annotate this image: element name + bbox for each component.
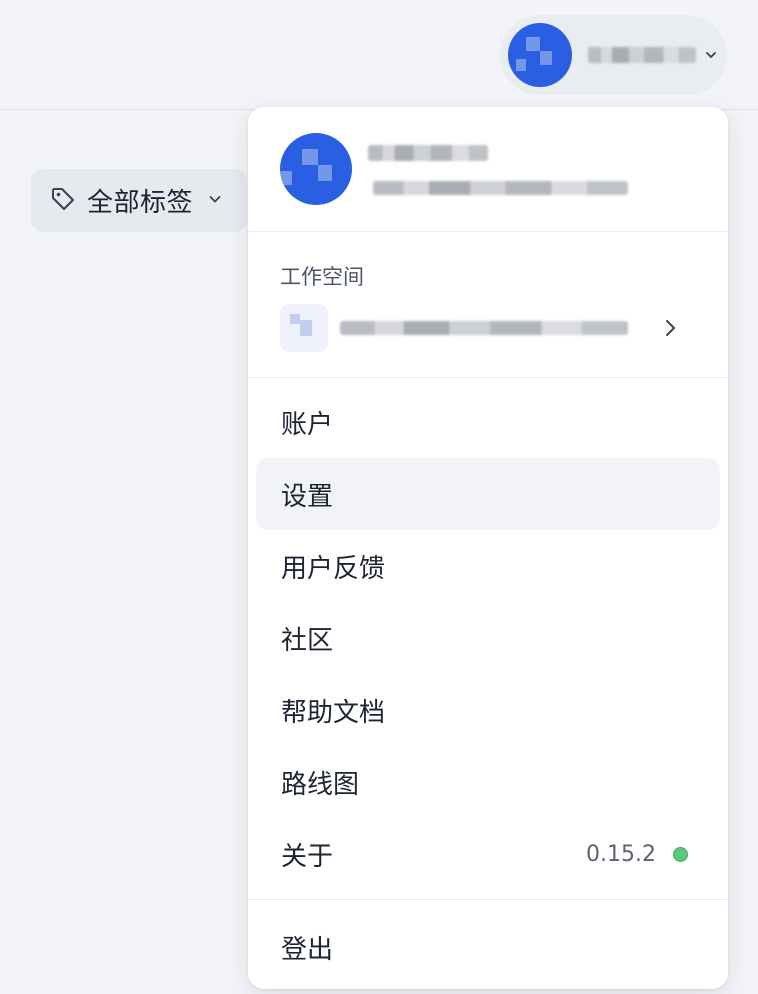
user-name-redacted: [368, 145, 488, 161]
menu-item-about[interactable]: 关于 0.15.2: [256, 818, 720, 890]
menu-item-label: 路线图: [281, 769, 360, 800]
menu-item-label: 登出: [281, 934, 334, 965]
tag-filter-label: 全部标签: [87, 188, 194, 218]
top-bar: [0, 0, 758, 110]
menu-item-label: 账户: [281, 409, 334, 440]
tag-filter-button[interactable]: 全部标签: [31, 169, 247, 232]
menu-item-feedback[interactable]: 用户反馈: [256, 530, 720, 602]
workspace-icon: [280, 304, 328, 352]
menu-user-header: [248, 107, 728, 232]
menu-item-account[interactable]: 账户: [256, 386, 720, 458]
menu-item-help-docs[interactable]: 帮助文档: [256, 674, 720, 746]
menu-item-label: 设置: [281, 481, 334, 512]
version-label: 0.15.2: [586, 841, 656, 867]
menu-item-community[interactable]: 社区: [256, 602, 720, 674]
workspace-title: 工作空间: [280, 265, 364, 289]
status-dot-icon: [673, 846, 688, 862]
chevron-down-icon: [704, 48, 718, 62]
logout-section: 登出: [248, 899, 728, 989]
user-dropdown-menu: 工作空间 账户 设置 用户反馈 社区 帮助文档 路线图 关于 0.15.2 登出: [248, 107, 728, 989]
menu-item-settings[interactable]: 设置: [256, 458, 720, 530]
menu-item-logout[interactable]: 登出: [256, 911, 720, 983]
user-email-redacted: [373, 181, 628, 195]
tag-icon: [49, 185, 77, 217]
user-avatar: [280, 133, 352, 205]
user-name-redacted: [588, 47, 696, 63]
workspace-section: 工作空间: [248, 232, 728, 378]
chevron-right-icon: [662, 318, 678, 342]
user-menu-button[interactable]: [500, 15, 727, 95]
user-avatar: [508, 23, 572, 87]
workspace-switcher[interactable]: [272, 296, 704, 360]
menu-item-label: 帮助文档: [281, 697, 386, 728]
menu-item-label: 关于: [281, 841, 334, 872]
chevron-down-icon: [207, 191, 223, 211]
menu-item-label: 社区: [281, 625, 334, 656]
menu-item-roadmap[interactable]: 路线图: [256, 746, 720, 818]
menu-item-label: 用户反馈: [281, 553, 386, 584]
workspace-name-redacted: [340, 321, 628, 335]
